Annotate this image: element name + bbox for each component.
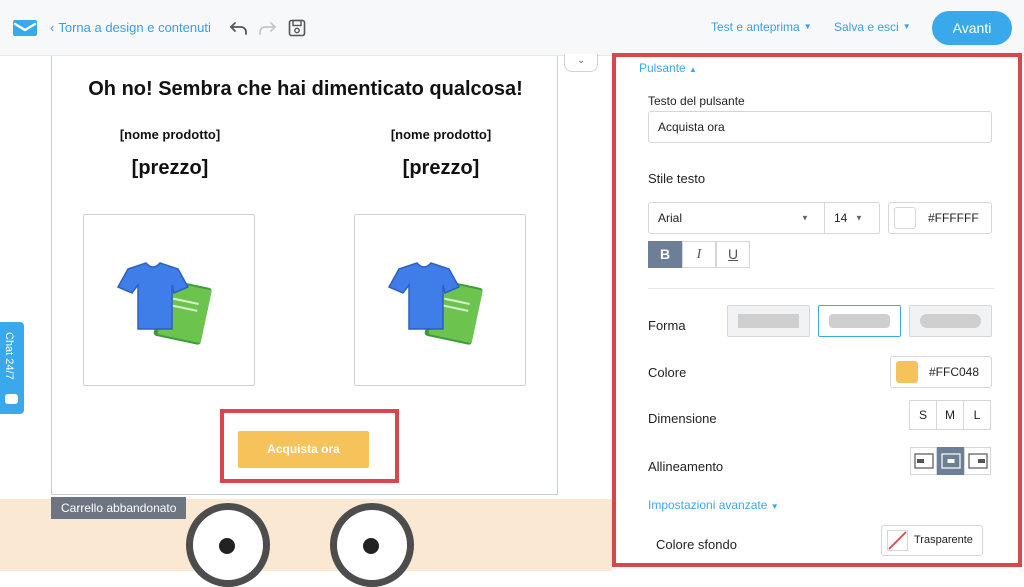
logo-icon[interactable] (12, 18, 38, 38)
size-s-button[interactable]: S (909, 400, 937, 430)
back-to-design-link[interactable]: ‹ Torna a design e contenuti (50, 20, 211, 35)
chat-tab-label: Chat 24/7 (3, 332, 15, 380)
button-color-picker[interactable]: #FFC048 (890, 356, 992, 388)
color-label: Colore (648, 365, 687, 380)
bg-color-value: Trasparente (914, 534, 973, 546)
product-name: [nome prodotto] (119, 127, 221, 142)
align-right-icon (968, 453, 988, 469)
color-swatch (896, 361, 918, 383)
text-style-label: Stile testo (648, 171, 706, 186)
caret-down-icon: ▼ (855, 213, 863, 223)
font-size-value: 14 (834, 211, 848, 225)
button-settings-panel: Pulsante ▲ Testo del pulsante Acquista o… (612, 53, 1022, 567)
mascot-eye-left (186, 503, 270, 587)
button-text-label: Testo del pulsante (648, 94, 745, 108)
advanced-settings-label: Impostazioni avanzate (648, 498, 768, 512)
bg-color-label: Colore sfondo (656, 537, 737, 552)
template-tag: Carrello abbandonato (51, 497, 187, 519)
collapse-toggle[interactable]: ⌄ (564, 54, 598, 72)
text-color-picker[interactable]: #FFFFFF (888, 202, 992, 234)
bg-color-picker[interactable]: Trasparente (881, 525, 983, 556)
next-button[interactable]: Avanti (932, 11, 1012, 45)
underline-button[interactable]: U (716, 241, 750, 268)
align-left-button[interactable] (910, 447, 937, 475)
test-preview-label: Test e anteprima (711, 20, 800, 34)
undo-icon[interactable] (228, 17, 250, 39)
size-label: Dimensione (648, 411, 717, 426)
caret-down-icon: ▼ (902, 22, 911, 31)
align-right-button[interactable] (964, 447, 991, 475)
advanced-settings-link[interactable]: Impostazioni avanzate ▼ (648, 498, 779, 512)
align-center-button[interactable] (937, 447, 964, 475)
align-left-icon (914, 453, 934, 469)
email-heading: Oh no! Sembra che hai dimenticato qualco… (88, 78, 523, 100)
align-center-icon (941, 453, 961, 469)
chevron-down-icon: ⌄ (577, 55, 586, 66)
product-image[interactable] (83, 214, 255, 386)
caret-up-icon: ▲ (689, 65, 697, 74)
mascot-eye-right (330, 503, 414, 587)
caret-down-icon: ▼ (803, 22, 812, 31)
alignment-label: Allineamento (648, 459, 724, 474)
shape-rounded-preview (829, 314, 890, 328)
caret-down-icon: ▼ (770, 502, 779, 511)
product-price: [prezzo] (131, 157, 209, 179)
tshirt-book-icon (116, 262, 212, 345)
bold-button[interactable]: B (648, 241, 682, 268)
size-m-button[interactable]: M (936, 400, 964, 430)
shape-square-preview (738, 314, 799, 328)
font-family-value: Arial (658, 211, 683, 225)
section-toggle-pulsante[interactable]: Pulsante ▲ (639, 61, 697, 75)
size-l-button[interactable]: L (963, 400, 991, 430)
italic-button[interactable]: I (682, 241, 716, 268)
shape-pill-option[interactable] (909, 305, 992, 337)
save-exit-menu[interactable]: Salva e esci ▼ (834, 20, 911, 34)
redo-icon[interactable] (256, 17, 278, 39)
shape-rounded-option[interactable] (818, 305, 901, 337)
top-bar: ‹ Torna a design e contenuti Test e antep… (0, 0, 1024, 56)
font-size-select[interactable]: 14 ▼ (824, 202, 880, 234)
shape-pill-preview (920, 314, 981, 328)
email-buy-button[interactable]: Acquista ora (238, 431, 369, 468)
button-text-input[interactable]: Acquista ora (648, 111, 992, 143)
button-text-value: Acquista ora (658, 120, 725, 134)
save-icon[interactable] (286, 17, 308, 39)
product-name: [nome prodotto] (390, 127, 492, 142)
save-exit-label: Salva e esci (834, 20, 899, 34)
button-color-value: #FFC048 (929, 365, 980, 379)
tshirt-book-icon (387, 262, 483, 345)
back-link-label: Torna a design e contenuti (58, 20, 211, 35)
test-preview-menu[interactable]: Test e anteprima ▼ (711, 20, 812, 34)
color-swatch (894, 207, 916, 229)
product-image[interactable] (354, 214, 526, 386)
shape-square-option[interactable] (727, 305, 810, 337)
chat-bubble-icon (5, 394, 18, 404)
chevron-left-icon: ‹ (50, 20, 55, 35)
caret-down-icon: ▼ (801, 213, 809, 223)
chat-tab[interactable]: Chat 24/7 (0, 322, 24, 414)
transparent-swatch-icon (887, 530, 908, 551)
text-color-value: #FFFFFF (928, 211, 979, 225)
shape-label: Forma (648, 318, 686, 333)
product-price: [prezzo] (402, 157, 480, 179)
divider (648, 288, 994, 289)
section-title: Pulsante (639, 61, 686, 75)
